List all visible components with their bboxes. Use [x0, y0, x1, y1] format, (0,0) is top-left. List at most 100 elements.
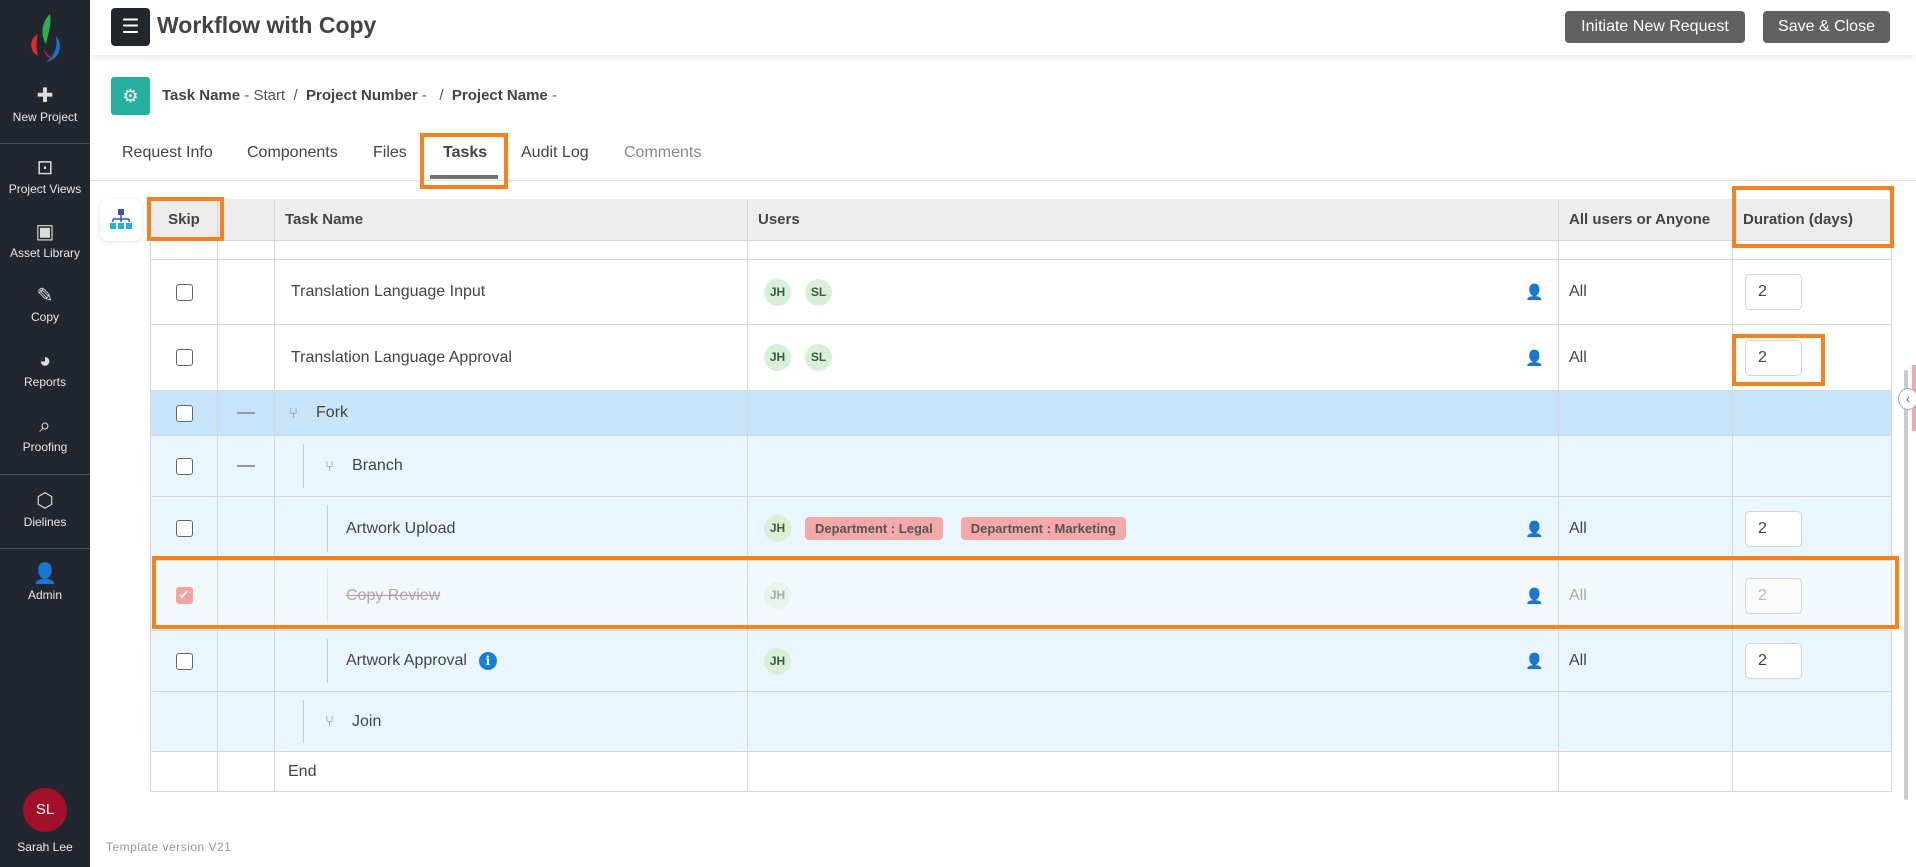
- page-title: Workflow with Copy: [157, 12, 377, 38]
- duration-input[interactable]: [1745, 510, 1802, 547]
- archive-icon: ⊡: [36, 157, 54, 179]
- sidebar-item-reports[interactable]: ◕ Reports: [0, 350, 90, 389]
- task-name: Translation Language Input: [274, 260, 747, 324]
- divider: [0, 474, 90, 475]
- tab-comments[interactable]: Comments: [624, 144, 701, 162]
- table-row-fork: ⑂ Fork: [150, 391, 1892, 436]
- task-name: Branch: [352, 457, 403, 474]
- mode-value: All: [1558, 497, 1732, 560]
- table-row: Artwork Upload JH Department : Legal Depar…: [150, 497, 1892, 561]
- user-settings-icon[interactable]: 👤: [1525, 587, 1544, 605]
- skip-checkbox-checked[interactable]: ✔: [175, 587, 193, 604]
- template-version: Template version V21: [106, 840, 232, 854]
- col-skip: Skip: [150, 199, 217, 240]
- tab-request-info[interactable]: Request Info: [122, 144, 213, 162]
- sidebar-item-admin[interactable]: 👤 Admin: [0, 563, 90, 602]
- table-row: Translation Language Approval JH SL 👤 All: [150, 325, 1892, 391]
- image-icon: ▣: [35, 221, 55, 243]
- duration-input[interactable]: [1745, 274, 1802, 310]
- table-row: Translation Language Input JH SL 👤 All: [150, 260, 1892, 325]
- col-task-name: Task Name: [274, 199, 747, 240]
- task-name: Join: [352, 712, 382, 730]
- task-name: Copy Review: [346, 586, 441, 604]
- skip-checkbox[interactable]: [175, 283, 193, 301]
- hierarchy-icon: [110, 209, 132, 229]
- skip-checkbox[interactable]: [175, 349, 193, 366]
- plus-icon: ✚: [36, 85, 54, 107]
- user-settings-icon[interactable]: 👤: [1525, 520, 1544, 538]
- table-row-end: End: [150, 752, 1892, 792]
- join-icon: ⑂: [325, 713, 335, 730]
- table-row-join: ⑂ Join: [150, 692, 1892, 752]
- edit-document-icon: ✎: [36, 285, 54, 307]
- department-tag: Department : Marketing: [960, 517, 1126, 540]
- col-mode: All users or Anyone: [1558, 199, 1732, 240]
- table-row-skipped: ✔ Copy Review JH 👤 All: [150, 561, 1892, 631]
- hierarchy-view-button[interactable]: [100, 199, 142, 241]
- proof-search-icon: ⌕: [39, 415, 51, 437]
- department-tag: Department : Legal: [805, 517, 943, 540]
- chevron-left-icon[interactable]: ‹: [1898, 388, 1916, 410]
- sidebar-item-copy[interactable]: ✎ Copy: [0, 285, 90, 324]
- cube-icon: ⬡: [36, 490, 54, 512]
- tab-bar: Request Info Components Files Tasks Audi…: [90, 140, 1916, 181]
- divider: [0, 143, 90, 144]
- skip-checkbox[interactable]: [175, 404, 193, 422]
- active-tab-indicator: [430, 175, 498, 179]
- mode-value: All: [1558, 561, 1732, 630]
- user-avatar: JH: [764, 582, 791, 609]
- collapse-icon[interactable]: [237, 465, 255, 467]
- task-name: Artwork Approval: [346, 652, 467, 669]
- task-name: End: [274, 752, 747, 791]
- col-blank: [217, 199, 274, 240]
- sidebar-item-project-views[interactable]: ⊡ Project Views: [0, 157, 90, 196]
- save-close-button[interactable]: Save & Close: [1763, 11, 1890, 43]
- sidebar-item-proofing[interactable]: ⌕ Proofing: [0, 415, 90, 454]
- tab-tasks[interactable]: Tasks: [443, 144, 487, 162]
- collapse-icon[interactable]: [237, 412, 255, 414]
- user-avatar: JH: [764, 515, 791, 542]
- branch-icon: ⑂: [325, 457, 335, 475]
- scrollbar[interactable]: [1904, 370, 1908, 800]
- table-row-partial: [150, 241, 1892, 260]
- mode-value: All: [1558, 325, 1732, 390]
- skip-checkbox[interactable]: [175, 652, 193, 670]
- divider: [0, 548, 90, 549]
- user-shield-icon: 👤: [32, 563, 58, 585]
- sidebar-item-new-project[interactable]: ✚ New Project: [0, 85, 90, 124]
- tab-files[interactable]: Files: [373, 144, 407, 162]
- duration-input[interactable]: [1745, 577, 1802, 614]
- table-row: Artwork Approval i JH 👤 All: [150, 631, 1892, 692]
- user-avatar: JH: [764, 278, 791, 306]
- user-settings-icon[interactable]: 👤: [1525, 652, 1544, 670]
- sidebar-item-asset-library[interactable]: ▣ Asset Library: [0, 221, 90, 260]
- task-name: Translation Language Approval: [274, 325, 747, 390]
- task-name: Artwork Upload: [346, 519, 456, 537]
- user-name: Sarah Lee: [17, 840, 73, 854]
- tab-components[interactable]: Components: [247, 144, 338, 162]
- user-avatar: SL: [805, 344, 832, 371]
- user-avatar: JH: [764, 647, 791, 675]
- skip-checkbox[interactable]: [175, 520, 193, 537]
- menu-list-icon[interactable]: ☰: [111, 8, 150, 46]
- pie-chart-icon: ◕: [38, 350, 52, 372]
- col-duration: Duration (days): [1732, 199, 1892, 240]
- user-avatar: SL: [805, 278, 832, 306]
- tab-audit-log[interactable]: Audit Log: [521, 144, 589, 162]
- initiate-new-request-button[interactable]: Initiate New Request: [1565, 11, 1745, 43]
- user-settings-icon[interactable]: 👤: [1525, 349, 1544, 367]
- task-name: Fork: [316, 404, 349, 421]
- user-settings-icon[interactable]: 👤: [1525, 283, 1544, 301]
- col-users: Users: [747, 199, 1558, 240]
- duration-input[interactable]: [1745, 643, 1802, 679]
- sidebar-item-dielines[interactable]: ⬡ Dielines: [0, 490, 90, 529]
- skip-checkbox[interactable]: [175, 457, 193, 475]
- duration-input[interactable]: [1745, 339, 1802, 376]
- table-header: Skip Task Name Users All users or Anyone…: [150, 199, 1892, 241]
- user-avatar[interactable]: SL: [23, 788, 67, 832]
- app-logo: [31, 14, 61, 62]
- mode-value: All: [1558, 260, 1732, 324]
- fork-icon: ⑂: [289, 404, 299, 422]
- info-icon[interactable]: i: [478, 652, 497, 670]
- table-row-branch: ⑂ Branch: [150, 436, 1892, 497]
